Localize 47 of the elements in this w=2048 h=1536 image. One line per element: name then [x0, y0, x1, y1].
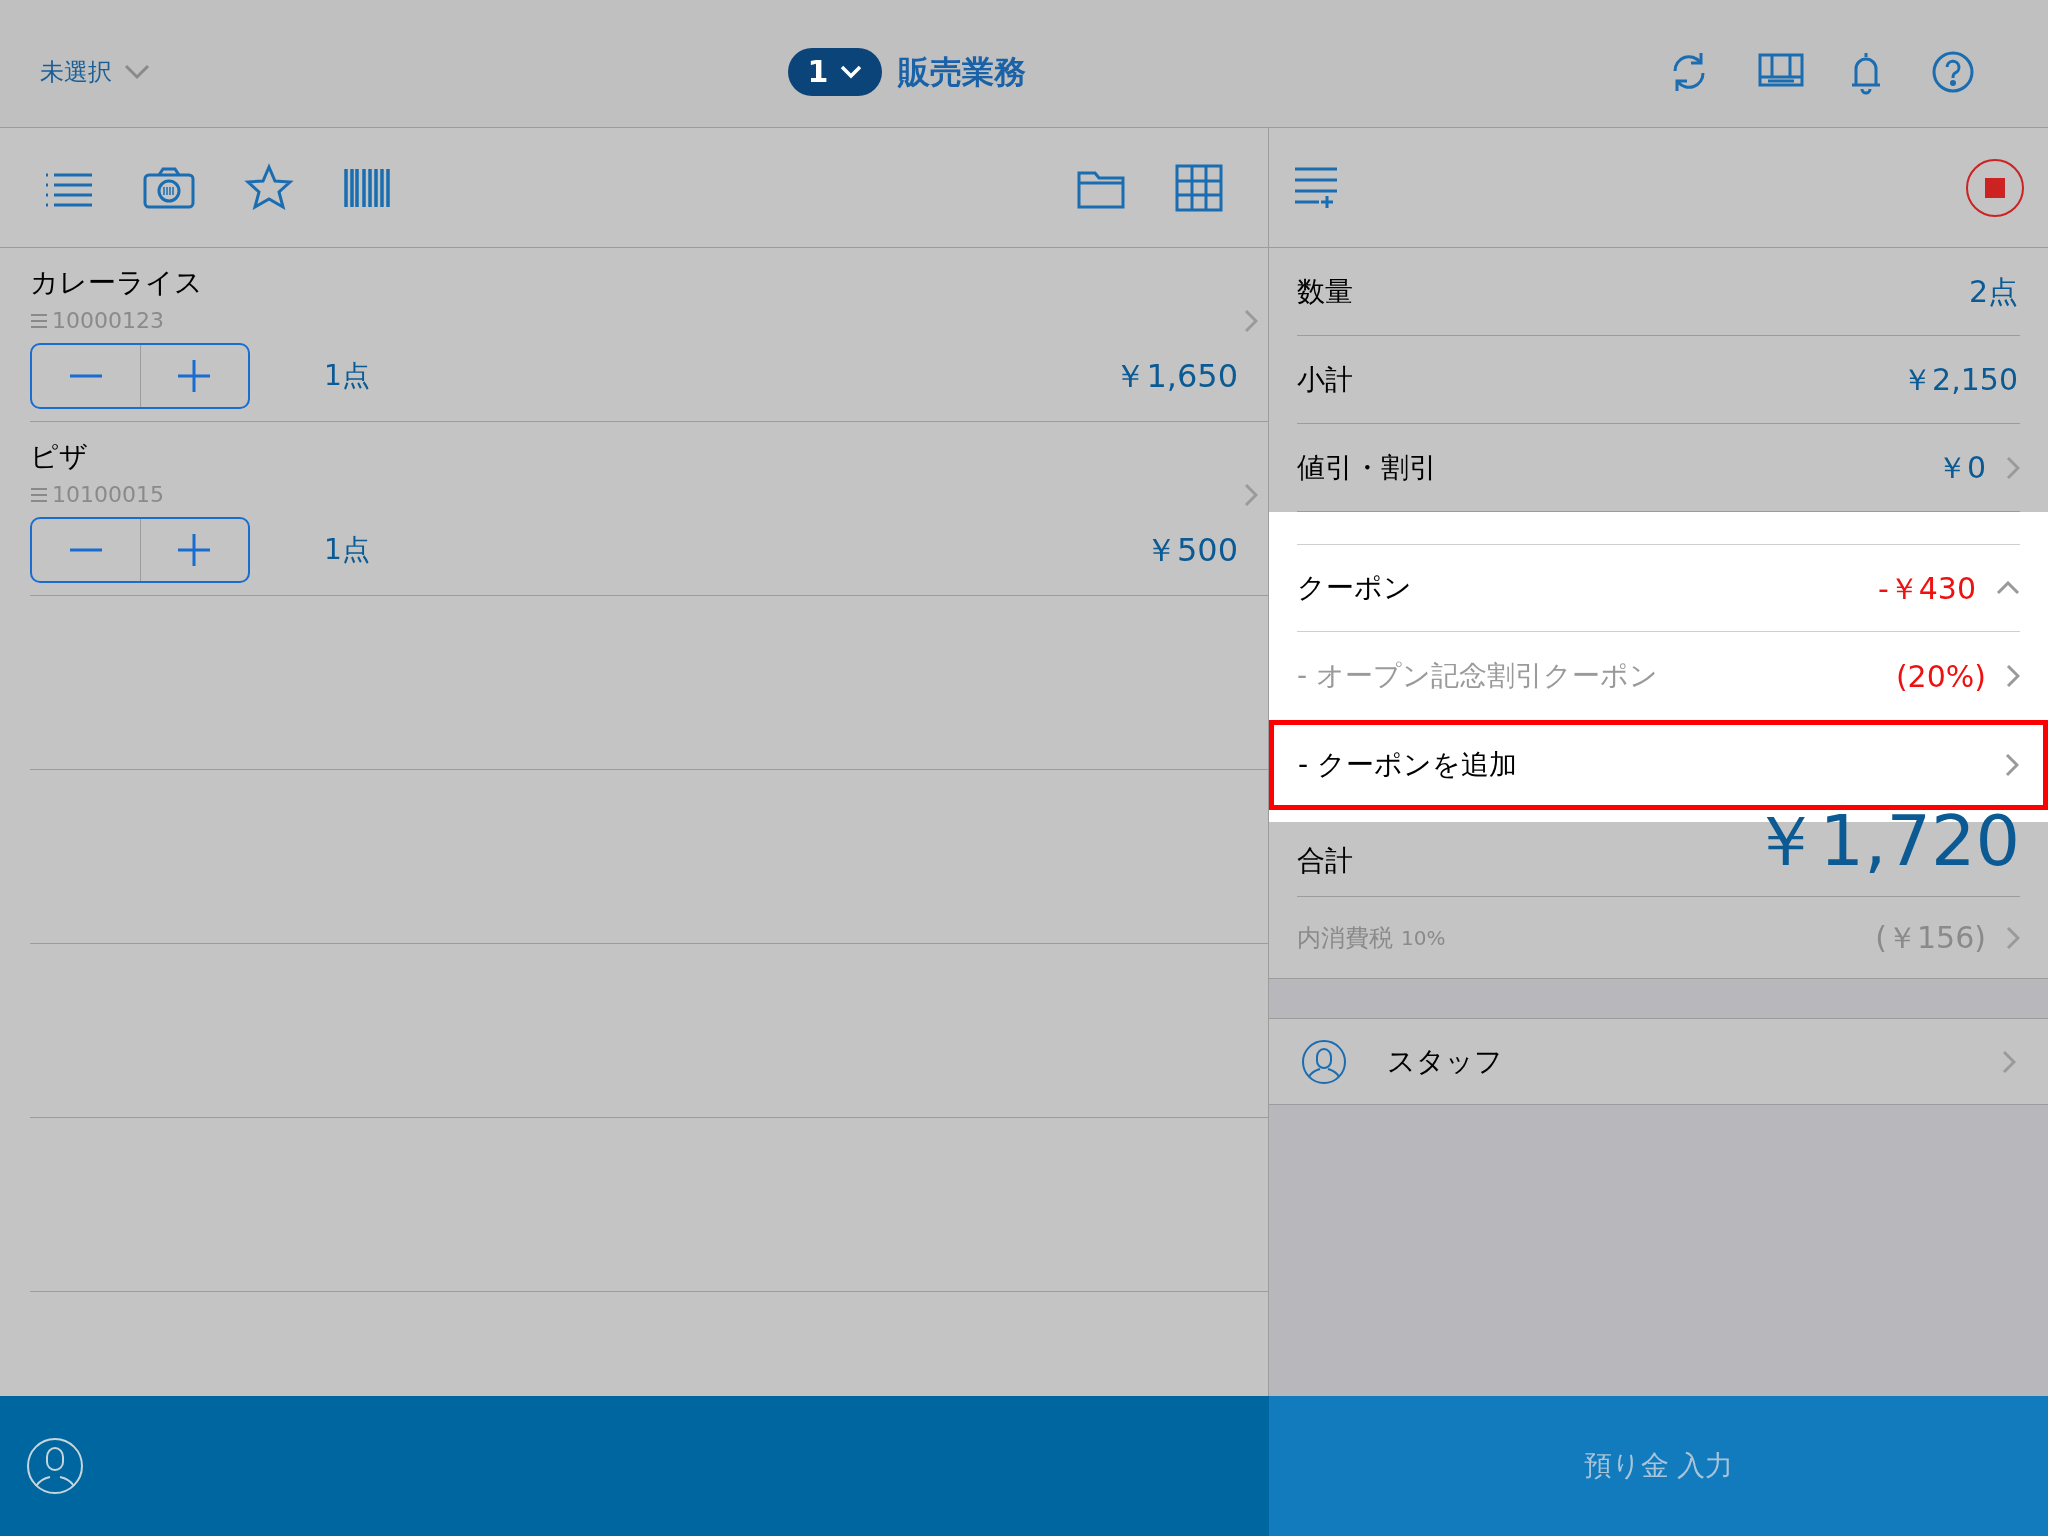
summary-label: 数量 — [1297, 273, 1353, 310]
summary-value: -￥430 — [1877, 569, 1976, 608]
chevron-right-icon — [1244, 309, 1258, 333]
list-icon — [30, 312, 48, 329]
tax-amount: (￥156) — [1875, 919, 1986, 957]
total-label: 合計 — [1297, 843, 1353, 879]
minus-icon — [69, 548, 102, 552]
summary-value: 2点 — [1968, 273, 2018, 311]
chevron-right-icon — [2006, 664, 2020, 688]
stop-button[interactable] — [1966, 158, 2024, 217]
chevron-right-icon — [2005, 753, 2019, 777]
summary-label: 小計 — [1297, 361, 1353, 398]
star-icon[interactable] — [244, 162, 294, 213]
item-quantity: 1点 — [324, 358, 370, 394]
chevron-down-icon — [840, 64, 863, 79]
tax-rate: 10% — [1401, 924, 1446, 952]
summary-value: ￥0 — [1936, 449, 1986, 487]
item-price: ￥1,650 — [1114, 356, 1238, 397]
chevron-right-icon — [1244, 483, 1258, 507]
chevron-right-icon — [2006, 455, 2020, 480]
item-price: ￥500 — [1144, 530, 1238, 571]
chevron-right-icon — [2002, 1049, 2016, 1074]
item-code: 10000123 — [52, 307, 164, 335]
item-name: ピザ — [30, 439, 89, 475]
item-quantity: 1点 — [324, 532, 370, 568]
customer-selector[interactable]: 未選択 — [40, 53, 150, 90]
summary-value: ￥2,150 — [1902, 361, 2018, 399]
register-selector[interactable]: 1 — [787, 47, 883, 96]
item-name: カレーライス — [30, 265, 204, 301]
screen-title: 販売業務 — [898, 51, 1027, 93]
plus-icon — [178, 534, 211, 566]
chevron-down-icon — [124, 63, 150, 80]
summary-label: 値引・割引 — [1297, 449, 1437, 486]
tax-label: 内消費税 — [1297, 922, 1393, 954]
chevron-right-icon — [2006, 925, 2020, 950]
plus-icon — [178, 360, 211, 392]
coupon-name: - オープン記念割引クーポン — [1297, 658, 1658, 694]
item-code: 10100015 — [52, 481, 164, 509]
minus-icon — [69, 374, 102, 378]
grid-icon[interactable] — [1174, 162, 1224, 213]
add-coupon-row[interactable]: - クーポンを追加 — [1269, 720, 2048, 810]
customer-icon[interactable] — [26, 1437, 84, 1495]
coupon-rate: (20%) — [1895, 657, 1986, 696]
list-icon — [30, 486, 48, 503]
summary-label: クーポン — [1297, 570, 1412, 606]
staff-avatar-icon — [1301, 1038, 1347, 1085]
chevron-up-icon — [1996, 581, 2020, 595]
